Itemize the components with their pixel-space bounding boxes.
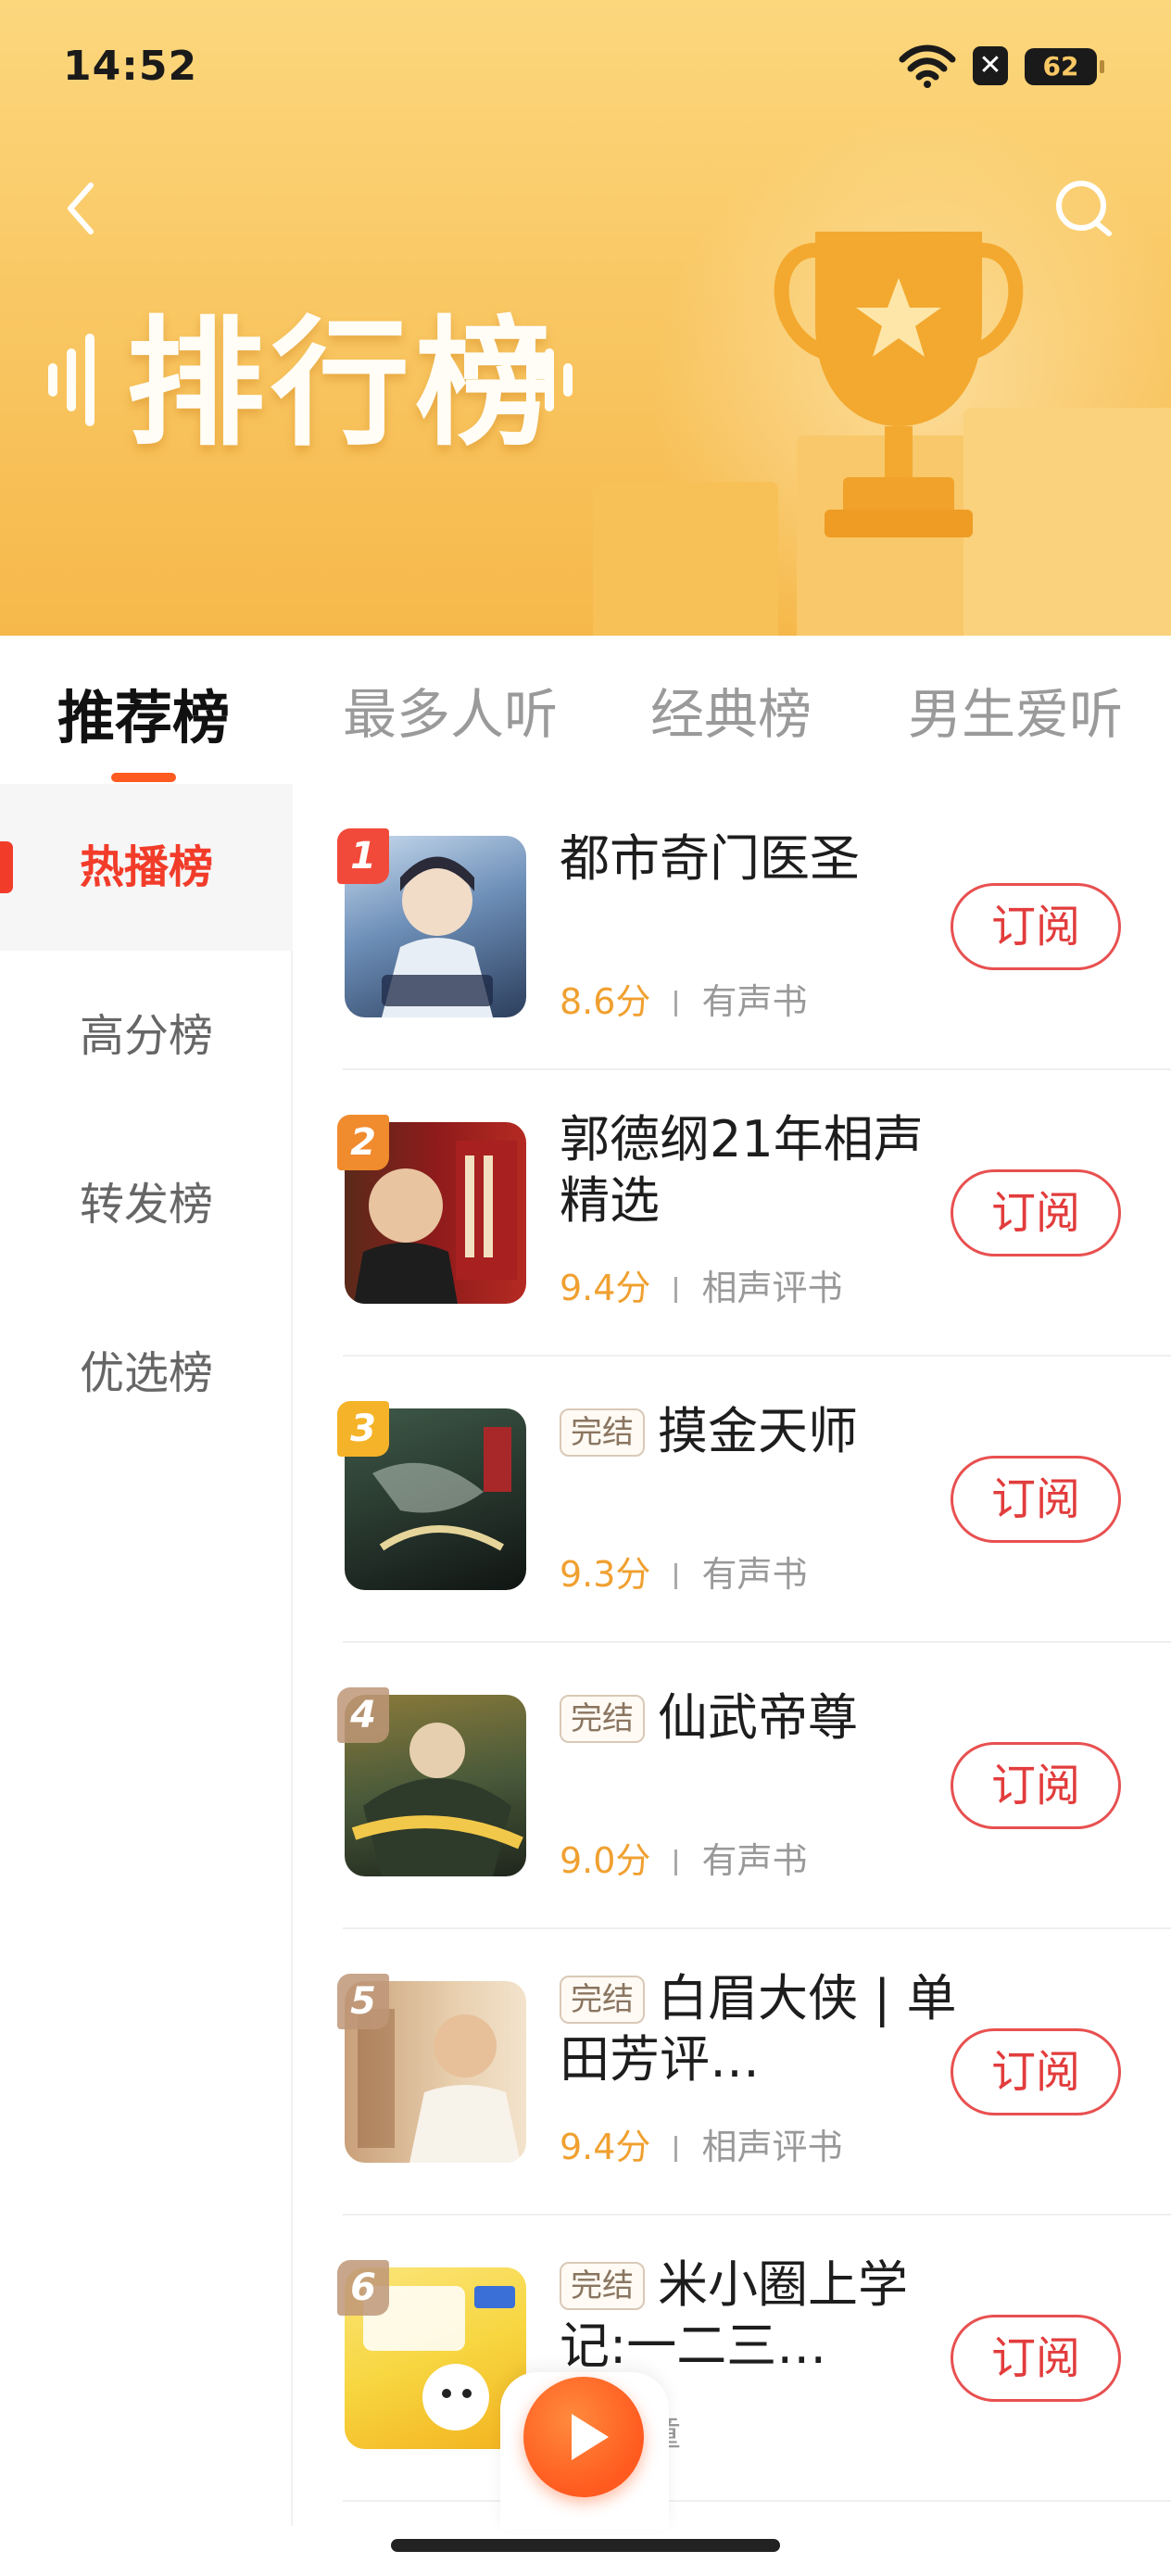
page-title: 排行榜 [126,304,560,465]
chevron-left-icon [68,183,94,234]
item-info: 完结 仙武帝尊 [560,1687,967,1749]
tab-recommend[interactable]: 推荐榜 [57,671,230,754]
list-item[interactable]: 6 完结米小圈上学记:一二三… 儿童 订阅 [293,2216,1171,2502]
rank-badge: 2 [337,1115,389,1170]
item-info: 完结 米小圈上学记:一二三… [560,2254,967,2377]
subscribe-button[interactable]: 订阅 [951,2315,1121,2402]
header-banner: 14:52 ✕ 62 排行榜 [0,0,1171,639]
meta-separator [674,991,678,1017]
status-tag: 完结 [560,1408,645,1457]
podium-block [593,482,778,639]
rank-badge: 6 [337,2260,389,2316]
item-title[interactable]: 摸金天师 [658,1402,858,1460]
item-info: 完结 摸金天师 [560,1401,967,1462]
category-hot[interactable]: 热播榜 [0,784,293,951]
category-shared[interactable]: 转发榜 [0,1121,293,1288]
item-info: 都市奇门医圣 [560,828,967,890]
subscribe-button[interactable]: 订阅 [951,2028,1121,2115]
item-score: 9.3分 [560,1554,651,1595]
item-meta: 9.0分 有声书 [560,1832,807,1883]
subscribe-button[interactable]: 订阅 [951,1169,1121,1256]
status-tag: 完结 [560,1976,645,2024]
status-tag: 完结 [560,1695,645,1743]
home-indicator[interactable] [391,2539,780,2552]
tab-classic[interactable]: 经典榜 [650,671,812,749]
list-item[interactable]: 5 完结 白眉大侠 | 单田芳评… 9.4分 相声评书 订阅 [293,1929,1171,2216]
search-icon [1056,181,1112,236]
divider [343,2500,1171,2502]
page-title-group: 排行榜 [46,297,602,463]
list-item[interactable]: 3 完结 摸金天师 9.3分 有声书 订阅 [293,1357,1171,1643]
item-title-wrap: 完结 米小圈上学记:一二三… [560,2254,967,2377]
status-bar: 14:52 ✕ 62 [0,0,1171,139]
item-score: 9.4分 [560,2127,651,2167]
item-category: 有声书 [701,1554,808,1595]
item-title-wrap: 完结 白眉大侠 | 单田芳评… [560,1968,967,2090]
item-score: 9.0分 [560,1840,651,1881]
trophy-icon [774,232,1024,537]
item-category: 相声评书 [701,1268,843,1308]
tab-bar: 推荐榜 最多人听 经典榜 男生爱听 [0,636,1171,784]
ranking-list: 1 都市奇门医圣 8.6分 有声书 订阅 2 郭德纲21年相声精选 9.4分 相… [293,784,1171,2526]
rank-badge: 1 [337,828,389,884]
item-score: 9.4分 [560,1268,651,1308]
item-title[interactable]: 郭德纲21年相声精选 [560,1109,967,1231]
back-button[interactable] [54,176,109,241]
wifi-icon [899,44,956,88]
sound-bars-right-icon [526,334,582,426]
category-selected[interactable]: 优选榜 [0,1290,293,1457]
play-button[interactable] [523,2377,644,2497]
item-category: 相声评书 [701,2127,843,2167]
subscribe-button[interactable]: 订阅 [951,1742,1121,1829]
notification-badge: ✕ [973,46,1008,85]
active-tab-indicator [111,773,176,782]
item-title-wrap: 完结 摸金天师 [560,1401,967,1462]
rank-badge: 5 [337,1974,389,2029]
category-high-score[interactable]: 高分榜 [0,953,293,1119]
meta-separator [674,2136,678,2162]
item-info: 完结 白眉大侠 | 单田芳评… [560,1968,967,2090]
sound-bars-left-icon [46,334,102,426]
status-tag: 完结 [560,2262,645,2310]
item-meta: 9.4分 相声评书 [560,1259,842,1310]
rank-badge: 4 [337,1687,389,1743]
meta-separator [674,1277,678,1303]
battery-indicator: 62 [1025,48,1104,85]
status-time: 14:52 [63,43,198,90]
item-score: 8.6分 [560,981,651,1022]
item-category: 有声书 [701,1840,808,1881]
item-title-wrap: 完结 仙武帝尊 [560,1687,967,1749]
play-icon [572,2414,609,2460]
rank-badge: 3 [337,1401,389,1457]
tab-boys-love[interactable]: 男生爱听 [908,671,1123,749]
list-item[interactable]: 2 郭德纲21年相声精选 9.4分 相声评书 订阅 [293,1070,1171,1357]
item-meta: 8.6分 有声书 [560,973,807,1024]
item-meta: 9.3分 有声书 [560,1546,807,1597]
item-info: 郭德纲21年相声精选 [560,1109,967,1231]
search-button[interactable] [1051,176,1116,241]
tab-most-listened[interactable]: 最多人听 [343,671,558,749]
category-sidebar: 热播榜 高分榜 转发榜 优选榜 [0,784,293,2526]
item-title[interactable]: 都市奇门医圣 [560,828,967,890]
subscribe-button[interactable]: 订阅 [951,1456,1121,1543]
meta-separator [674,1563,678,1589]
list-item[interactable]: 4 完结 仙武帝尊 9.0分 有声书 订阅 [293,1643,1171,1929]
subscribe-button[interactable]: 订阅 [951,883,1121,970]
item-meta: 9.4分 相声评书 [560,2118,842,2169]
meta-separator [674,1850,678,1875]
list-item[interactable]: 1 都市奇门医圣 8.6分 有声书 订阅 [293,784,1171,1070]
item-category: 有声书 [701,981,808,1022]
item-title[interactable]: 仙武帝尊 [658,1688,858,1747]
